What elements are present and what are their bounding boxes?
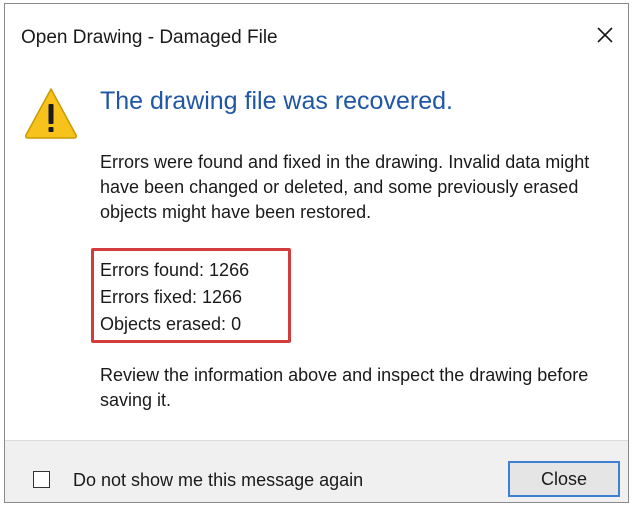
close-button[interactable]: Close — [508, 461, 620, 497]
damaged-file-dialog: Open Drawing - Damaged File The drawing … — [4, 3, 629, 503]
close-icon — [597, 27, 613, 43]
message-paragraph: Errors were found and fixed in the drawi… — [100, 152, 590, 222]
review-paragraph: Review the information above and inspect… — [100, 365, 589, 410]
errors-fixed: Errors fixed: 1266 — [100, 287, 243, 307]
title-bar: Open Drawing - Damaged File — [5, 4, 628, 64]
dont-show-again-checkbox[interactable] — [33, 471, 50, 488]
window-title: Open Drawing - Damaged File — [21, 27, 278, 48]
close-window-button[interactable] — [588, 18, 622, 52]
dont-show-again-label[interactable]: Do not show me this message again — [73, 470, 363, 491]
objects-erased: Objects erased: 0 — [100, 314, 242, 334]
error-stats: Errors found: 1266 Errors fixed: 1266 Ob… — [100, 257, 249, 338]
errors-found: Errors found: 1266 — [100, 260, 250, 280]
message-heading: The drawing file was recovered. — [100, 87, 453, 115]
dialog-footer: Do not show me this message again Close — [5, 440, 628, 502]
warning-triangle-icon — [25, 88, 77, 139]
